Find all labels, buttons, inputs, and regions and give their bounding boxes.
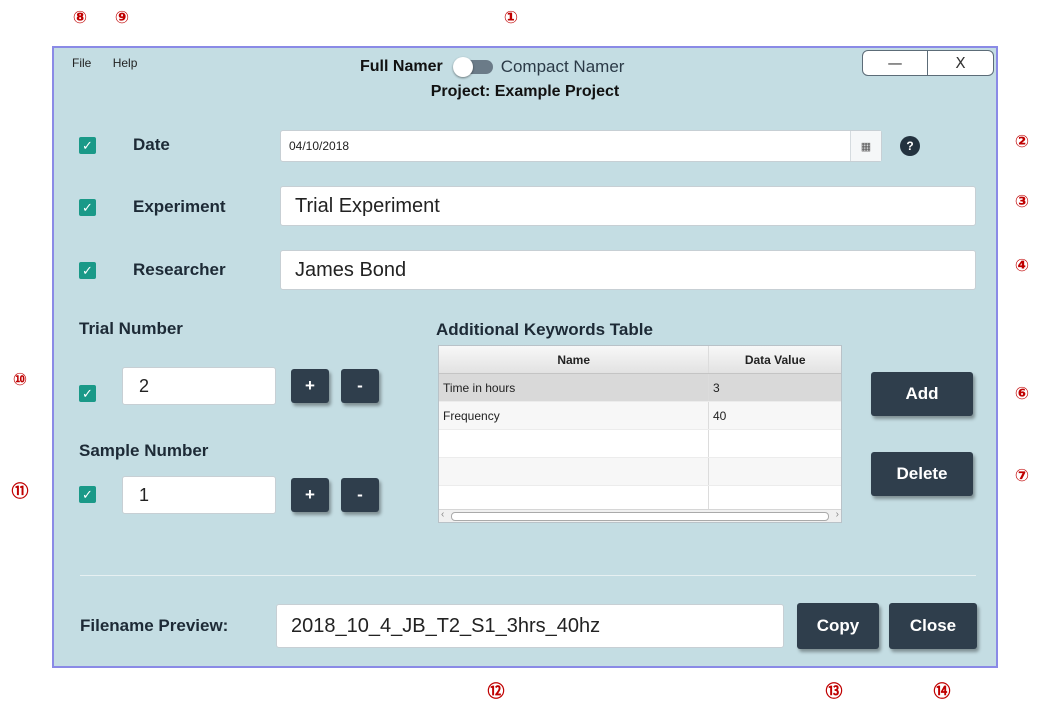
callout-12: ⑫ — [487, 682, 505, 702]
calendar-icon[interactable]: ▦ — [850, 131, 881, 161]
table-row[interactable]: Frequency 40 — [439, 402, 841, 430]
copy-button[interactable]: Copy — [797, 603, 879, 649]
callout-13: ⑬ — [825, 682, 843, 702]
horizontal-scrollbar[interactable]: ‹ › — [439, 509, 841, 522]
filename-preview-field[interactable]: 2018_10_4_JB_T2_S1_3hrs_40hz — [276, 604, 784, 648]
cell-name: Frequency — [439, 402, 709, 429]
keywords-table-title: Additional Keywords Table — [436, 320, 653, 339]
sample-number-field[interactable]: 1 — [122, 476, 276, 514]
callout-9: ⑨ — [114, 8, 130, 28]
minimize-button[interactable]: — — [862, 50, 928, 76]
sample-number-label: Sample Number — [79, 441, 209, 460]
researcher-label: Researcher — [133, 260, 226, 279]
menu-bar: File Help — [72, 56, 155, 70]
window-controls: — X — [862, 50, 994, 76]
callout-8: ⑧ — [72, 8, 88, 28]
callout-7: ⑦ — [1014, 466, 1030, 486]
callout-3: ③ — [1014, 192, 1030, 212]
date-checkbox[interactable]: ✓ — [79, 137, 96, 154]
experiment-field[interactable]: Trial Experiment — [280, 186, 976, 226]
date-value: 04/10/2018 — [289, 139, 350, 153]
callout-10: ⑩ — [12, 370, 28, 390]
scrollbar-thumb[interactable] — [451, 512, 829, 521]
cell-name — [439, 458, 709, 485]
table-row[interactable] — [439, 430, 841, 458]
column-header-name[interactable]: Name — [439, 346, 710, 373]
date-field[interactable]: 04/10/2018 ▦ — [280, 130, 882, 162]
menu-help[interactable]: Help — [113, 56, 138, 70]
trial-checkbox[interactable]: ✓ — [79, 385, 96, 402]
sample-decrement-button[interactable]: - — [341, 478, 379, 512]
callout-1: ① — [503, 8, 519, 28]
mode-compact-label: Compact Namer — [500, 57, 625, 76]
cell-value — [709, 430, 841, 457]
callout-4: ④ — [1014, 256, 1030, 276]
column-header-data-value[interactable]: Data Value — [709, 346, 841, 373]
app-window: File Help Full Namer Compact Namer — X P… — [52, 46, 998, 668]
scroll-left-icon[interactable]: ‹ — [441, 509, 444, 520]
trial-number-field[interactable]: 2 — [122, 367, 276, 405]
cell-name — [439, 430, 709, 457]
switch-knob — [452, 57, 473, 77]
callout-11: ⑪ — [11, 482, 29, 502]
mode-switch[interactable] — [452, 57, 493, 77]
callout-14: ⑭ — [933, 682, 951, 702]
divider — [80, 575, 976, 576]
date-label: Date — [133, 135, 170, 154]
experiment-checkbox[interactable]: ✓ — [79, 199, 96, 216]
table-row[interactable] — [439, 458, 841, 486]
help-icon[interactable]: ? — [900, 136, 920, 156]
callout-2: ② — [1014, 132, 1030, 152]
scroll-right-icon[interactable]: › — [836, 509, 839, 520]
project-title: Project: Example Project — [430, 83, 620, 100]
cell-value: 40 — [713, 408, 727, 423]
sample-checkbox[interactable]: ✓ — [79, 486, 96, 503]
cell-value: 3 — [713, 380, 720, 395]
experiment-label: Experiment — [133, 197, 226, 216]
close-button[interactable]: Close — [889, 603, 977, 649]
keywords-table-header: Name Data Value — [439, 346, 841, 374]
cell-value — [709, 458, 841, 485]
add-keyword-button[interactable]: Add — [871, 372, 973, 416]
window-close-button[interactable]: X — [928, 50, 994, 76]
researcher-field[interactable]: James Bond — [280, 250, 976, 290]
delete-keyword-button[interactable]: Delete — [871, 452, 973, 496]
researcher-checkbox[interactable]: ✓ — [79, 262, 96, 279]
mode-toggle: Full Namer Compact Namer — [360, 57, 624, 77]
trial-increment-button[interactable]: + — [291, 369, 329, 403]
mode-full-label: Full Namer — [360, 58, 443, 75]
sample-increment-button[interactable]: + — [291, 478, 329, 512]
trial-decrement-button[interactable]: - — [341, 369, 379, 403]
table-row[interactable]: Time in hours 3 — [439, 374, 841, 402]
cell-name: Time in hours — [439, 374, 709, 401]
callout-6: ⑥ — [1014, 384, 1030, 404]
filename-preview-label: Filename Preview: — [80, 616, 229, 635]
menu-file[interactable]: File — [72, 56, 91, 70]
trial-number-label: Trial Number — [79, 319, 183, 338]
keywords-table[interactable]: Name Data Value Time in hours 3 Frequenc… — [438, 345, 842, 523]
